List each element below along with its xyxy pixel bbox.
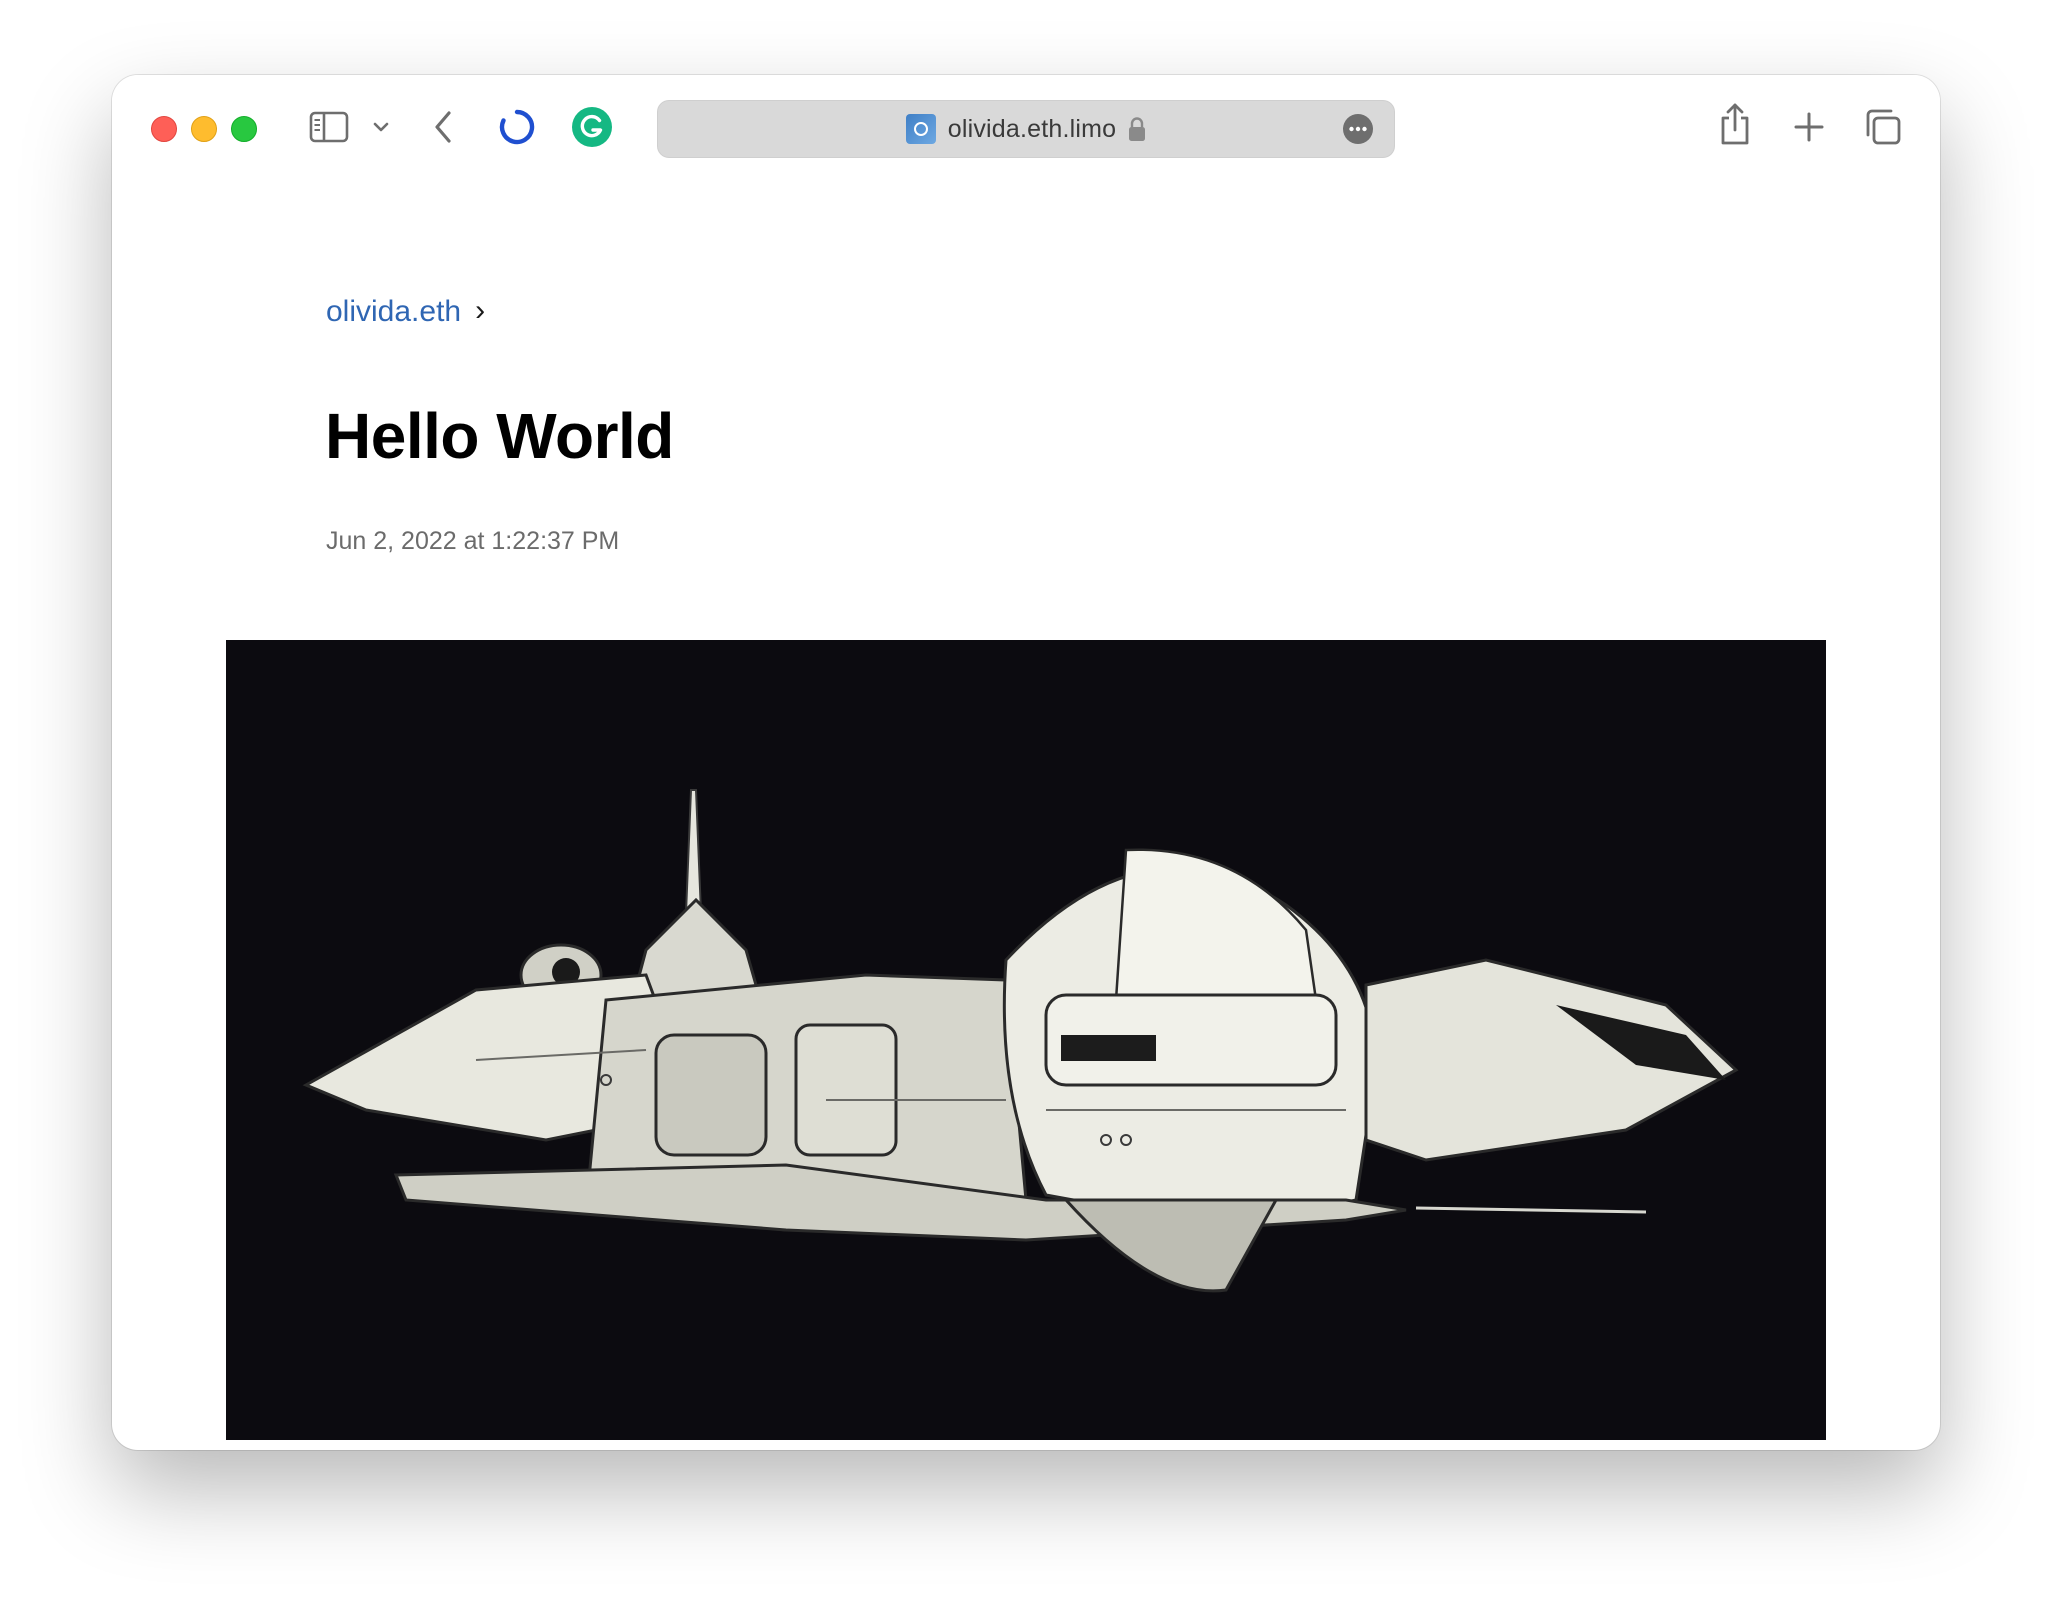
address-bar[interactable]: olivida.eth.limo xyxy=(657,100,1395,158)
breadcrumb-separator: › xyxy=(475,294,486,327)
screenshot-stage: olivida.eth.limo olivida.eth › Hello Wor… xyxy=(0,0,2052,1598)
sidebar-icon[interactable] xyxy=(308,108,350,146)
zoom-window-button[interactable] xyxy=(231,116,257,142)
share-icon[interactable] xyxy=(1716,101,1754,147)
page-title: Hello World xyxy=(325,400,674,472)
minimize-window-button[interactable] xyxy=(191,116,217,142)
browser-toolbar: olivida.eth.limo xyxy=(112,75,1940,179)
spaceship-illustration xyxy=(226,640,1826,1440)
more-icon[interactable] xyxy=(1342,113,1374,145)
lock-icon xyxy=(1128,116,1146,142)
loading-spinner-icon xyxy=(496,106,538,148)
hero-image xyxy=(226,640,1826,1440)
post-date: Jun 2, 2022 at 1:22:37 PM xyxy=(326,527,620,555)
chevron-down-icon[interactable] xyxy=(369,115,393,139)
close-window-button[interactable] xyxy=(151,116,177,142)
address-bar-content: olivida.eth.limo xyxy=(658,101,1394,157)
chevron-left-icon[interactable] xyxy=(427,106,459,148)
url-text: olivida.eth.limo xyxy=(947,114,1117,143)
page-content: olivida.eth › Hello World Jun 2, 2022 at… xyxy=(112,179,1940,1450)
browser-window: olivida.eth.limo olivida.eth › Hello Wor… xyxy=(112,75,1940,1450)
tab-overview-icon[interactable] xyxy=(1863,107,1903,147)
plus-icon[interactable] xyxy=(1791,109,1827,145)
breadcrumb: olivida.eth › xyxy=(326,294,486,329)
site-favicon-icon xyxy=(905,114,936,144)
grammarly-icon[interactable] xyxy=(570,105,614,149)
breadcrumb-link-olivida[interactable]: olivida.eth xyxy=(326,295,461,329)
